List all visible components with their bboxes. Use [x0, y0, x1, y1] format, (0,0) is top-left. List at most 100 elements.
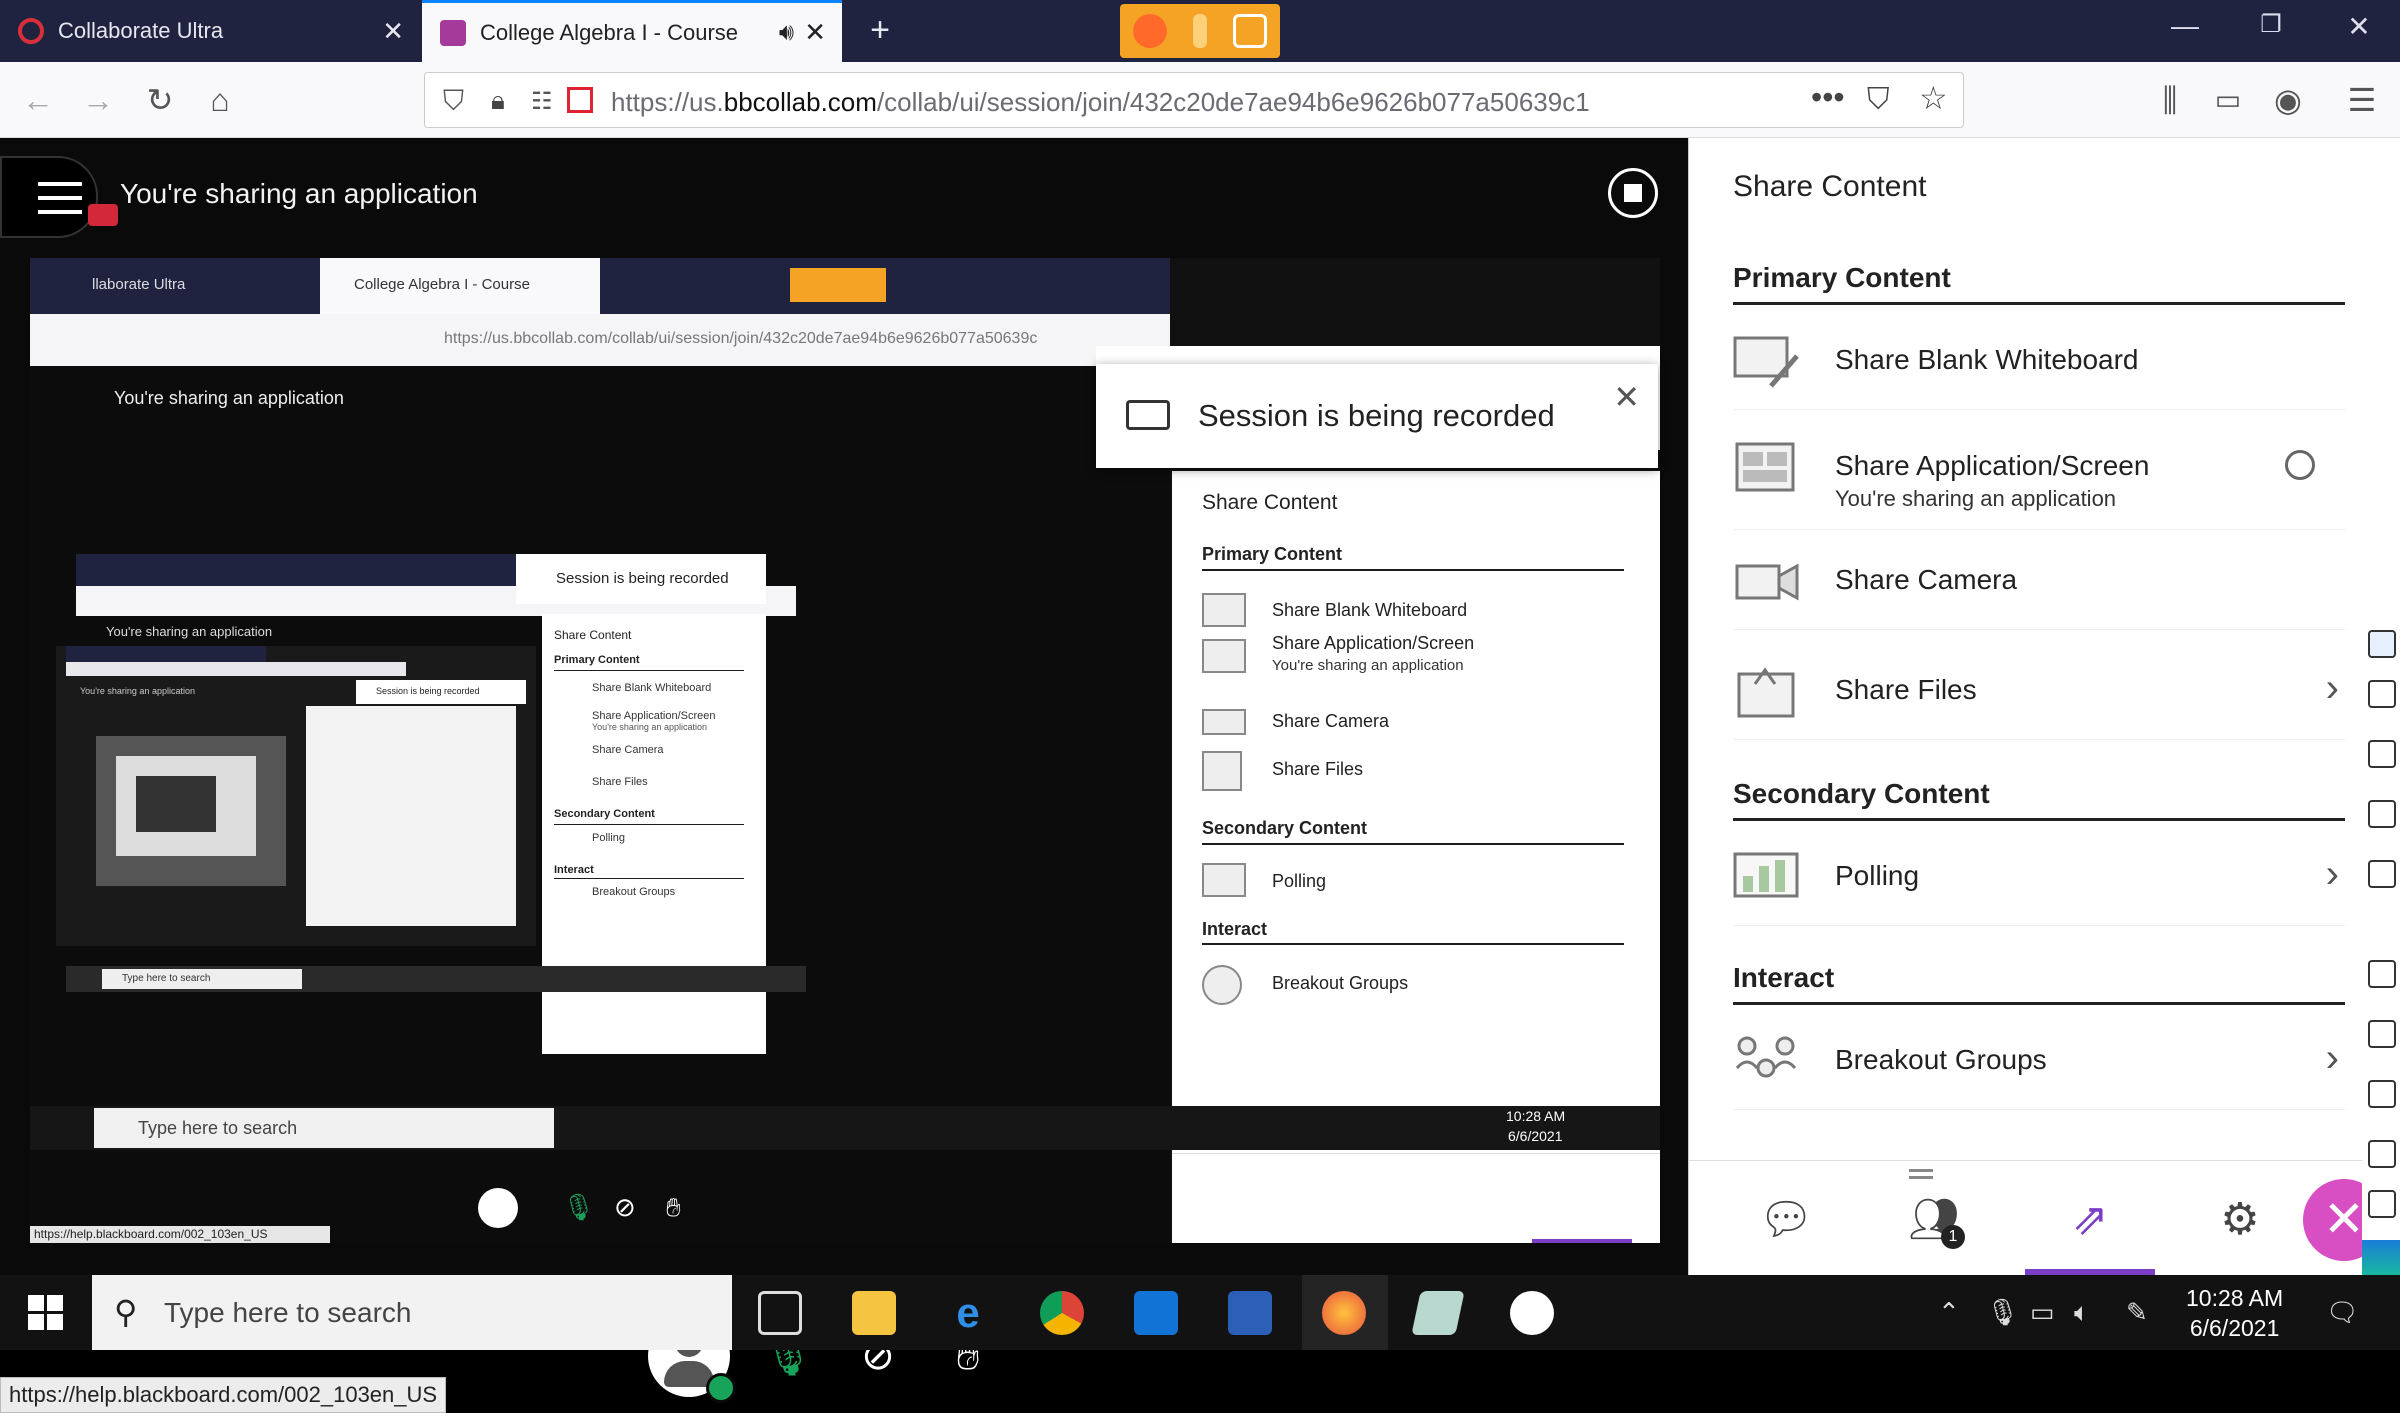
back-button[interactable]: ← — [16, 78, 60, 122]
shield-icon[interactable]: ⛉ — [443, 85, 464, 118]
breakout-groups-icon — [1202, 965, 1242, 1005]
delete-icon[interactable] — [2368, 1020, 2396, 1048]
tab-collaborate-ultra[interactable]: Collaborate Ultra ✕ — [0, 0, 420, 62]
forward-button[interactable]: → — [76, 78, 120, 122]
page-actions-icon[interactable]: ••• — [1811, 79, 1845, 116]
close-icon[interactable]: ✕ — [1613, 378, 1640, 416]
recording-toast: Session is being recorded ✕ — [1096, 364, 1658, 468]
recording-indicator-icon — [88, 204, 118, 226]
task-view-icon[interactable] — [758, 1291, 802, 1335]
tray-chevron-icon[interactable]: ⌃ — [1938, 1297, 1960, 1328]
undo-icon[interactable] — [2368, 960, 2396, 988]
breakout-groups[interactable]: Breakout Groups › — [1733, 1014, 2345, 1110]
stop-sharing-button[interactable] — [1608, 168, 1658, 218]
captured-mic-icon: 🎙︎ — [562, 1192, 596, 1222]
chevron-right-icon: › — [2325, 852, 2339, 896]
captured-active-tab: College Algebra I - Course — [320, 258, 600, 314]
notifications-icon[interactable]: 🗨︎ — [2326, 1297, 2359, 1328]
sharing-indicator[interactable] — [1120, 4, 1280, 58]
settings-button[interactable]: ⚙ — [2205, 1185, 2275, 1255]
pocket-icon[interactable]: ⛉ — [1867, 83, 1890, 117]
panel-title: Share Content — [1733, 170, 1927, 203]
chevron-right-icon: › — [2325, 666, 2339, 710]
panel-footer: 💬︎ 👥︎ 1 ⇗ ⚙ ✕ — [1689, 1160, 2400, 1275]
eraser-icon[interactable] — [2368, 860, 2396, 888]
pencil-icon[interactable] — [2368, 740, 2396, 768]
reload-button[interactable]: ↻ — [138, 78, 182, 122]
address-bar[interactable]: ⛉ 🔒︎ ☷ https://us.bbcollab.com/collab/ui… — [424, 72, 1964, 128]
chrome-icon[interactable] — [1040, 1291, 1084, 1335]
eye-icon[interactable] — [2368, 630, 2396, 658]
word-icon[interactable] — [1228, 1291, 1272, 1335]
tray-volume-icon[interactable]: 🔈︎ — [2074, 1297, 2090, 1329]
monitor-icon[interactable] — [2368, 1080, 2396, 1108]
camera-icon — [1735, 563, 1799, 601]
minimize-button[interactable]: — — [2160, 10, 2210, 42]
collaborate-icon — [18, 18, 44, 44]
tray-mic-icon[interactable]: 🎙︎ — [1986, 1297, 2019, 1328]
library-icon[interactable]: ⫼ — [2148, 78, 2192, 122]
captured-tab-title: llaborate Ultra — [92, 276, 186, 293]
polling-icon — [1202, 863, 1246, 897]
tray-pen-icon[interactable]: ✎ — [2126, 1297, 2148, 1328]
close-tab-icon[interactable]: ✕ — [382, 16, 404, 47]
notes-app-icon[interactable] — [1411, 1291, 1465, 1335]
color-picker[interactable] — [2362, 1240, 2400, 1275]
captured-taskbar: Type here to search 10:28 AM 6/6/2021 — [30, 1106, 1660, 1150]
recording-toast-text: Session is being recorded — [1198, 398, 1555, 433]
share-files[interactable]: Share Files › — [1733, 644, 2345, 740]
windows-taskbar: ⚲ Type here to search e ⌃ 🎙︎ ▭ 🔈︎ ✎ 10:2… — [0, 1275, 2400, 1350]
sharing-status-label: You're sharing an application — [120, 178, 478, 209]
microphone-icon — [1193, 14, 1207, 48]
search-icon: ⚲ — [114, 1294, 138, 1330]
share-camera[interactable]: Share Camera — [1733, 534, 2345, 630]
internet-explorer-icon[interactable]: e — [946, 1291, 990, 1335]
chat-button[interactable]: 💬︎ — [1751, 1185, 1821, 1255]
polling[interactable]: Polling › — [1733, 830, 2345, 926]
taskbar-search[interactable]: ⚲ Type here to search — [92, 1275, 732, 1350]
line-icon[interactable] — [2368, 800, 2396, 828]
clipboard-icon[interactable] — [2368, 1190, 2396, 1218]
share-blank-whiteboard[interactable]: Share Blank Whiteboard — [1733, 314, 2345, 410]
file-explorer-icon[interactable] — [852, 1291, 896, 1335]
camera-icon — [1202, 709, 1246, 735]
panel-grip-icon[interactable] — [1909, 1169, 1933, 1179]
speaker-icon[interactable]: 🔊︎ — [779, 19, 794, 47]
tab-college-algebra[interactable]: College Algebra I - Course 🔊︎ ✕ — [422, 0, 842, 62]
stop-sharing-icon[interactable] — [2285, 450, 2315, 480]
close-tab-icon[interactable]: ✕ — [804, 17, 826, 48]
camera-snapshot-icon[interactable] — [2368, 1140, 2396, 1168]
interact-heading: Interact — [1733, 962, 1835, 993]
close-window-button[interactable]: ✕ — [2334, 10, 2384, 43]
share-content-panel: Share Content Primary Content Share Blan… — [1688, 138, 2400, 1275]
captured-hand-icon: ✋︎ — [666, 1192, 681, 1222]
primary-content-heading: Primary Content — [1733, 262, 1951, 293]
permissions-icon[interactable]: ☷ — [531, 87, 553, 116]
screen-share-icon — [1233, 14, 1267, 48]
captured-sharing-label: You're sharing an application — [114, 388, 344, 408]
tray-network-icon[interactable]: ▭ — [2030, 1297, 2055, 1328]
tab-title: College Algebra I - Course — [480, 19, 739, 45]
taskbar-clock[interactable]: 10:28 AM 6/6/2021 — [2186, 1283, 2283, 1343]
menu-icon[interactable]: ☰ — [2340, 78, 2384, 122]
share-application-screen[interactable]: Share Application/Screen You're sharing … — [1733, 420, 2345, 530]
lock-icon[interactable]: 🔒︎ — [491, 85, 505, 117]
pointer-icon[interactable] — [2368, 680, 2396, 708]
browser-tab-bar: Collaborate Ultra ✕ College Algebra I - … — [0, 0, 2400, 62]
account-icon[interactable]: ◉ — [2266, 78, 2310, 122]
new-tab-button[interactable]: + — [858, 10, 902, 54]
sidebar-icon[interactable]: ▭ — [2206, 78, 2250, 122]
share-content-button[interactable]: ⇗ — [2025, 1185, 2155, 1275]
session-menu-button[interactable] — [0, 156, 98, 238]
outlook-icon[interactable] — [1134, 1291, 1178, 1335]
attendees-button[interactable]: 👥︎ 1 — [1901, 1185, 1971, 1255]
restore-button[interactable]: ❐ — [2246, 10, 2296, 39]
windows-start-icon[interactable] — [28, 1295, 64, 1331]
maps-pin-icon[interactable] — [1510, 1291, 1554, 1335]
bookmark-star-icon[interactable]: ☆ — [1919, 79, 1948, 117]
browser-nav-bar: ← → ↻ ⌂ ⛉ 🔒︎ ☷ https://us.bbcollab.com/c… — [0, 62, 2400, 138]
url-text[interactable]: https://us.bbcollab.com/collab/ui/sessio… — [611, 87, 1590, 118]
home-button[interactable]: ⌂ — [198, 78, 242, 122]
share-stage: You're sharing an application llaborate … — [0, 138, 1688, 1413]
sharing-permission-icon[interactable] — [567, 87, 593, 113]
